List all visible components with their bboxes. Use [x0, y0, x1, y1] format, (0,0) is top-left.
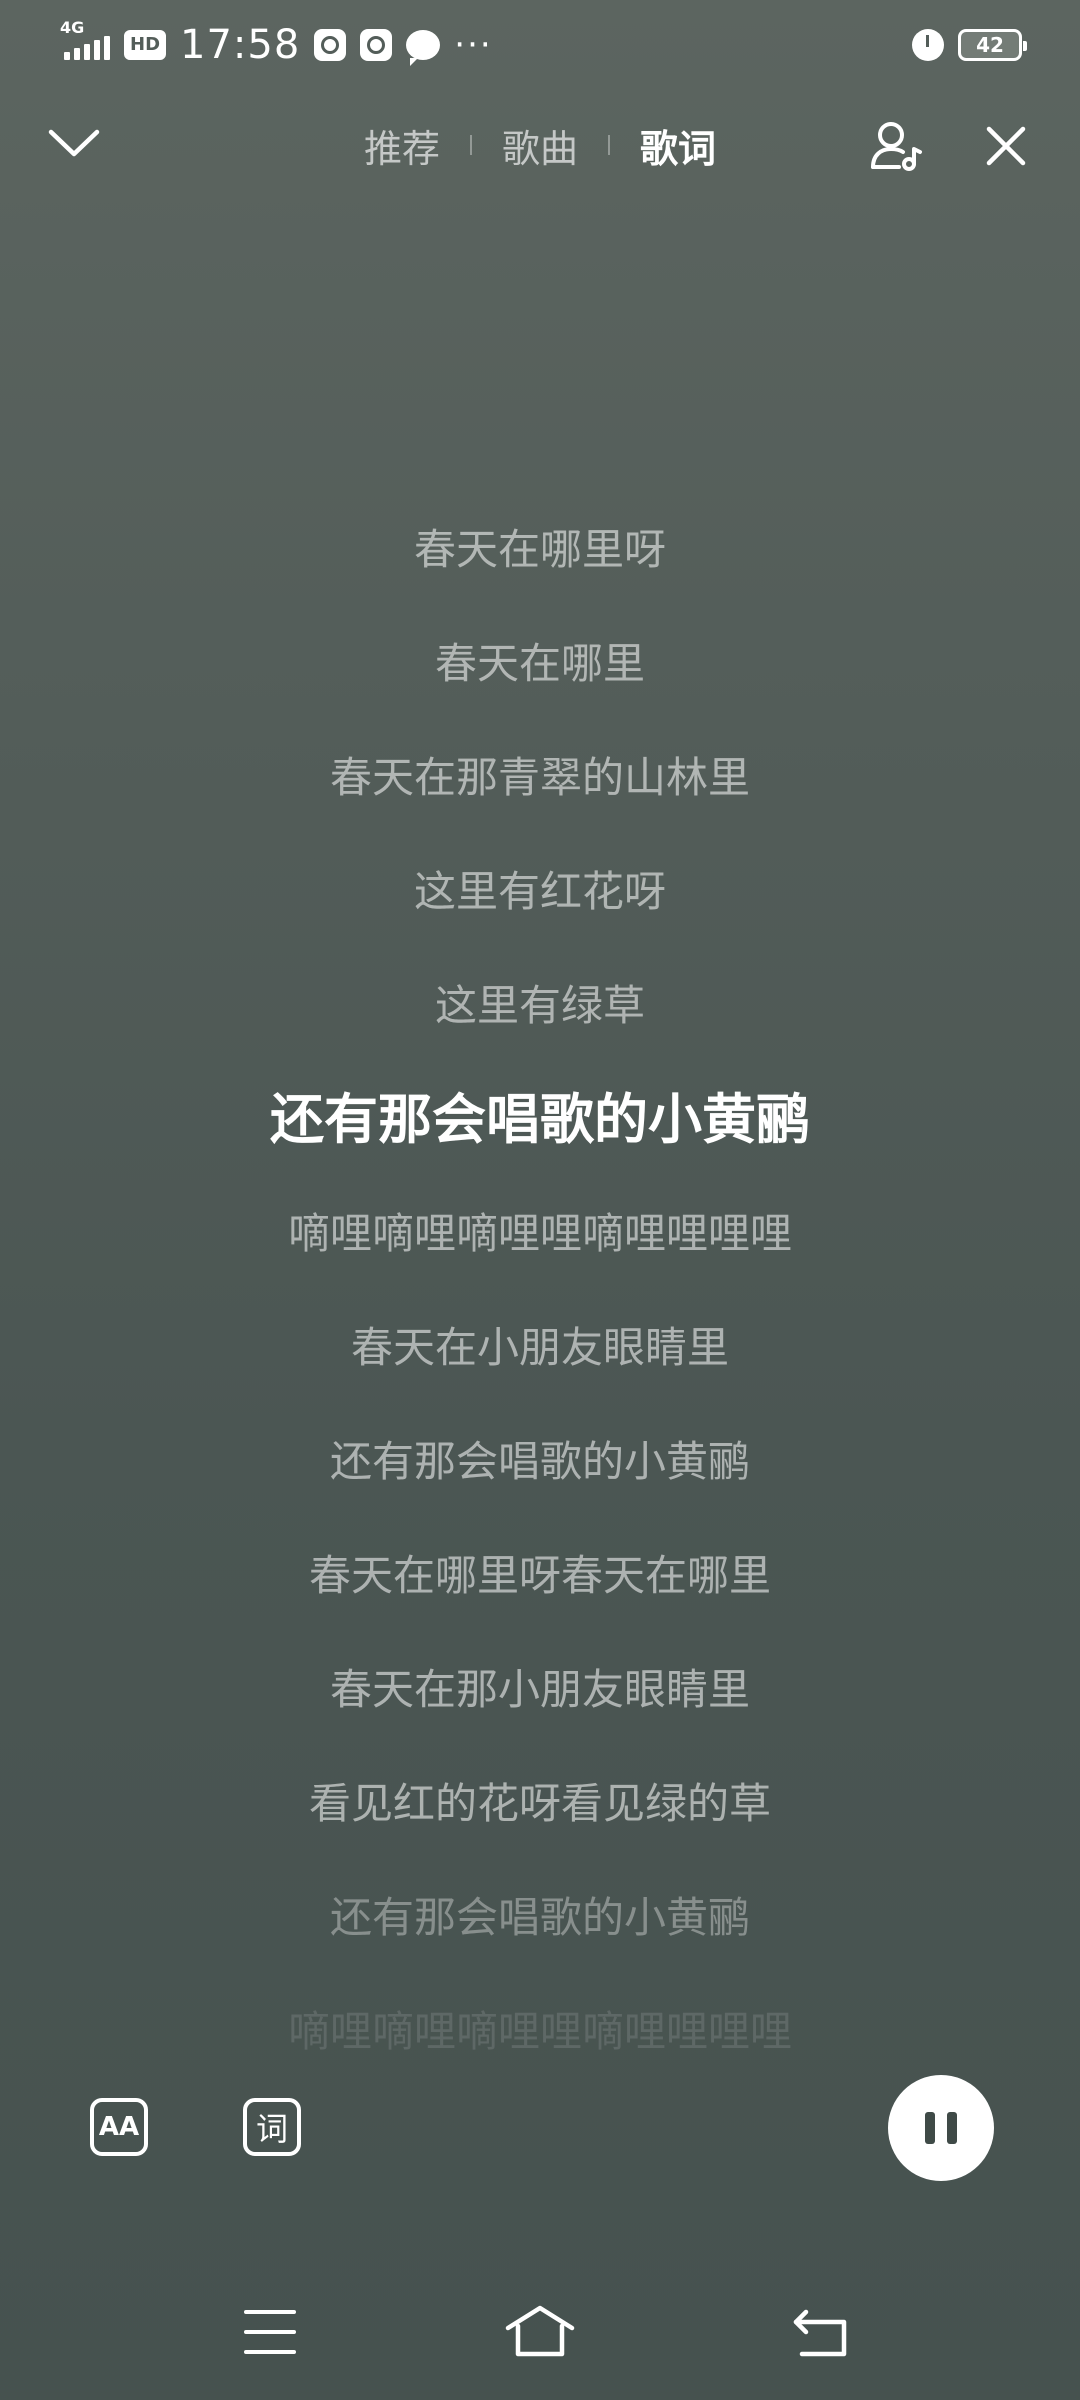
tab-divider — [469, 135, 472, 155]
system-nav-bar — [0, 2290, 1080, 2380]
app-notification-icon — [314, 29, 347, 61]
status-bar: 4G HD 17:58 ··· 42 — [0, 0, 1080, 90]
pause-icon — [925, 2112, 935, 2144]
battery-level: 42 — [976, 33, 1004, 57]
status-right: 42 — [912, 29, 1027, 61]
font-size-label: AA — [98, 2112, 140, 2142]
lyric-mode-label: 词 — [255, 2110, 288, 2148]
lyric-line[interactable]: 这里有绿草 — [0, 966, 1080, 1080]
signal-icon: 4G — [60, 18, 110, 60]
singer-note-icon — [871, 122, 922, 171]
lyric-line[interactable]: 还有那会唱歌的小黄鹂 — [0, 1878, 1080, 1992]
lyric-mode-button[interactable]: 词 — [243, 2098, 301, 2156]
tab-recommend[interactable]: 推荐 — [364, 118, 440, 173]
lyric-line[interactable]: 春天在小朋友眼睛里 — [0, 1308, 1080, 1422]
status-left: 4G HD 17:58 ··· — [60, 18, 493, 68]
tab-divider — [608, 135, 610, 155]
lyric-line[interactable]: 还有那会唱歌的小黄鹂 — [0, 1422, 1080, 1536]
lyric-line[interactable]: 春天在那青翠的山林里 — [0, 738, 1080, 852]
battery-icon: 42 — [958, 29, 1027, 61]
home-icon[interactable] — [504, 2302, 576, 2362]
pause-button[interactable] — [888, 2075, 994, 2181]
font-size-button[interactable]: AA — [90, 2098, 148, 2156]
tab-lyrics[interactable]: 歌词 — [640, 118, 716, 173]
lyric-line[interactable]: 看见红的花呀看见绿的草 — [0, 1764, 1080, 1878]
lyric-line[interactable]: 春天在哪里呀春天在哪里 — [0, 1536, 1080, 1650]
pause-icon — [947, 2112, 957, 2144]
network-type: 4G — [60, 18, 85, 37]
lyric-line-current[interactable]: 还有那会唱歌的小黄鹂 — [0, 1080, 1080, 1194]
lyrics-list[interactable]: 春天在哪里呀 春天在哪里 春天在那青翠的山林里 这里有红花呀 这里有绿草 还有那… — [0, 510, 1080, 2052]
lyric-line[interactable]: 嘀哩嘀哩嘀哩哩嘀哩哩哩哩 — [0, 1194, 1080, 1308]
clock: 17:58 — [180, 22, 301, 68]
lyric-line[interactable]: 春天在哪里呀 — [0, 510, 1080, 624]
close-icon — [986, 126, 1026, 166]
close-button[interactable] — [976, 116, 1036, 176]
more-notifications-icon: ··· — [454, 25, 493, 65]
menu-icon[interactable] — [244, 2310, 296, 2354]
lyric-line[interactable]: 春天在那小朋友眼睛里 — [0, 1650, 1080, 1764]
tab-song[interactable]: 歌曲 — [502, 118, 578, 173]
message-icon — [406, 30, 441, 66]
app-notification-icon — [360, 29, 393, 61]
lyric-line[interactable]: 春天在哪里 — [0, 624, 1080, 738]
hd-icon: HD — [124, 30, 167, 60]
back-icon[interactable] — [792, 2304, 852, 2360]
alarm-icon — [912, 29, 944, 61]
player-header: 推荐 歌曲 歌词 — [0, 100, 1080, 190]
lyric-line[interactable]: 嘀哩嘀哩嘀哩哩嘀哩哩哩哩 — [0, 1992, 1080, 2052]
lyric-line[interactable]: 这里有红花呀 — [0, 852, 1080, 966]
singer-button[interactable] — [866, 116, 926, 176]
